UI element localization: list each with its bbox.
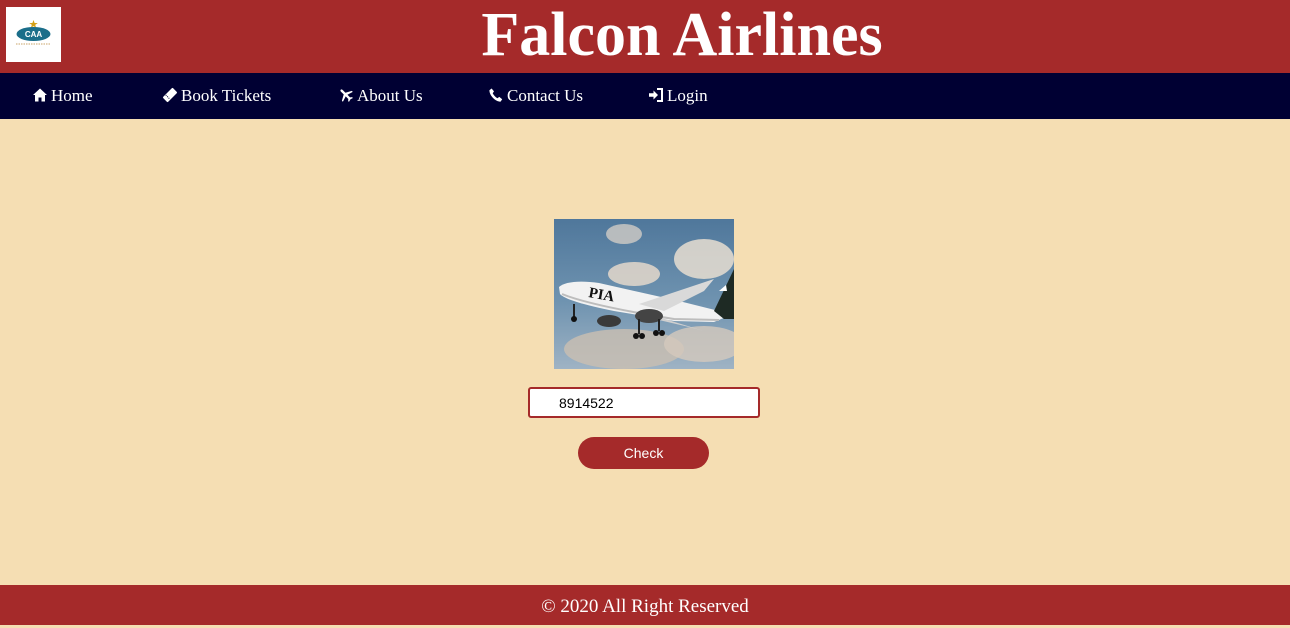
nav-item-login[interactable]: Login	[648, 73, 708, 119]
nav-label-book-tickets: Book Tickets	[181, 86, 272, 105]
nav-item-book-tickets[interactable]: Book Tickets	[162, 73, 271, 119]
nav-item-contact-us[interactable]: Contact Us	[488, 73, 583, 119]
nav-item-about-us[interactable]: About Us	[338, 73, 423, 119]
nav-label-home: Home	[51, 86, 93, 105]
footer: © 2020 All Right Reserved	[0, 585, 1290, 625]
home-icon	[32, 75, 48, 102]
nav-label-login: Login	[667, 86, 708, 105]
main-content: PIA Check	[0, 119, 1290, 585]
check-button[interactable]: Check	[578, 437, 709, 469]
header: CAA Falcon Airlines	[0, 0, 1290, 73]
plane-icon	[338, 75, 354, 102]
sign-in-icon	[648, 75, 664, 102]
phone-icon	[488, 75, 504, 102]
airplane-photo: PIA	[554, 219, 734, 369]
nav-label-contact-us: Contact Us	[507, 86, 584, 105]
main-navbar: Home Book Tickets About Us Contact Us Lo…	[0, 73, 1290, 119]
site-title: Falcon Airlines	[481, 1, 883, 69]
copyright-text: © 2020 All Right Reserved	[541, 596, 749, 617]
nav-item-home[interactable]: Home	[32, 73, 93, 119]
ticket-icon	[162, 75, 178, 103]
nav-label-about-us: About Us	[357, 86, 423, 105]
pnr-input[interactable]	[528, 387, 760, 418]
